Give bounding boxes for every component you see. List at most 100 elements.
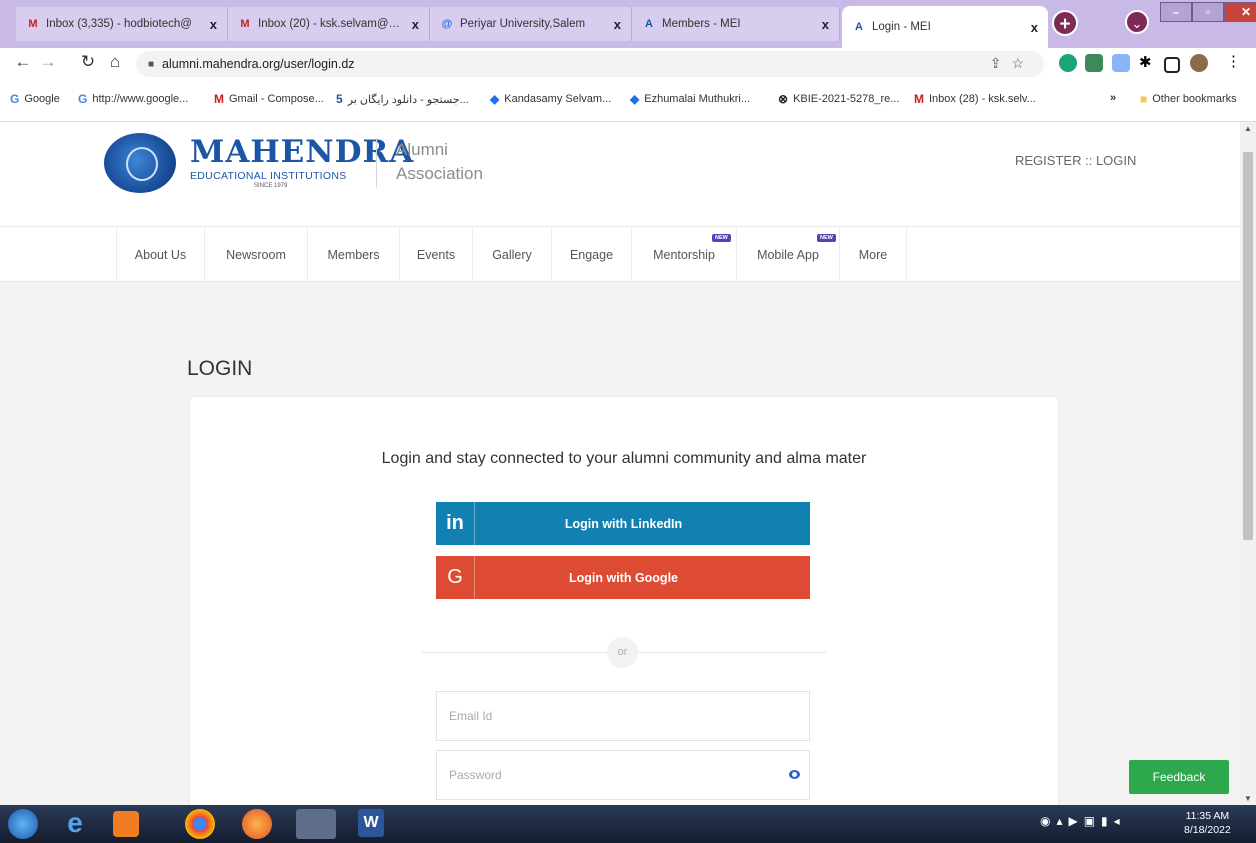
new-tab-button[interactable]: + [1052,10,1078,36]
nav-label: Engage [569,248,614,262]
more-bookmarks-button[interactable]: » [1110,92,1116,104]
linkedin-button-label: Login with LinkedIn [564,516,683,531]
internet-explorer-icon[interactable]: e [60,809,90,839]
address-bar[interactable]: ■ alumni.mahendra.org/user/login.dz ⇪☆ [136,51,1044,77]
google-icon: G [436,556,475,599]
browser-tab[interactable]: A Members - MEI x [632,7,840,41]
globe-icon: ⊗ [778,92,789,106]
bookmark-item[interactable]: M Gmail - Compose... [214,92,324,106]
browser-tab[interactable]: M Inbox (3,335) - hodbiotech@ x [16,7,228,41]
bookmark-item[interactable]: 5 جستجو - دانلود رایگان بر... [336,92,469,106]
tab-title: Inbox (3,335) - hodbiotech@ [46,18,192,30]
tab-close-icon[interactable]: x [614,17,621,32]
or-label: or [607,637,638,668]
tab-search-button[interactable]: ⌄ [1125,10,1149,34]
start-button-icon[interactable] [8,809,38,839]
scroll-down-arrow-icon[interactable]: ▼ [1244,794,1252,803]
linkedin-icon: in [436,502,475,545]
auth-links: REGISTER :: LOGIN [1015,153,1136,168]
bookmark-label: KBIE-2021-5278_re... [793,93,900,105]
nav-more[interactable]: More [839,227,907,283]
nav-about-us[interactable]: About Us [116,227,204,283]
bookmark-item[interactable]: G Google [10,92,60,106]
new-badge: NEW [712,234,731,242]
page-scrollbar[interactable]: ▲ ▼ [1240,122,1256,805]
sidebar-icon[interactable] [1164,57,1180,73]
reload-icon[interactable]: ↻ [77,52,99,72]
forward-arrow-icon[interactable]: → [37,52,59,72]
login-with-google-button[interactable]: G Login with Google [436,556,810,599]
system-tray-icons[interactable]: ◉▴▶▣▮◂ [1040,814,1126,828]
scroll-up-arrow-icon[interactable]: ▲ [1244,124,1252,133]
bookmark-item[interactable]: Ghttp://www.google... [78,92,188,106]
extension-icon[interactable] [1085,54,1103,72]
tab-title: Members - MEI [662,18,741,30]
bookmark-label: Ezhumalai Muthukri... [644,93,750,105]
firefox-icon[interactable] [242,809,272,839]
nav-mobile-app[interactable]: NEW Mobile App [736,227,839,283]
nav-label: Gallery [492,248,532,262]
bookmark-item[interactable]: ◆ Ezhumalai Muthukri... [630,92,750,106]
nav-events[interactable]: Events [399,227,472,283]
tab-title: Periyar University,Salem [460,18,586,30]
bookmark-item[interactable]: ⊗ KBIE-2021-5278_re... [778,92,899,106]
maximize-button[interactable]: ▫ [1192,2,1224,22]
word-icon[interactable]: W [358,809,384,837]
nav-label: Events [416,248,456,262]
login-with-linkedin-button[interactable]: in Login with LinkedIn [436,502,810,545]
bookmark-label: جستجو - دانلود رایگان بر... [347,93,469,106]
password-field[interactable] [436,750,810,800]
home-icon[interactable]: ⌂ [104,52,126,72]
feedback-button[interactable]: Feedback [1129,760,1229,794]
gmail-icon: M [214,92,224,106]
extension-icon[interactable] [1112,54,1130,72]
minimize-button[interactable]: – [1160,2,1192,22]
login-card: Login and stay connected to your alumni … [190,397,1058,843]
browser-tab[interactable]: @ Periyar University,Salem x [430,7,632,41]
browser-toolbar: ← → ↻ ⌂ ■ alumni.mahendra.org/user/login… [0,48,1256,80]
show-password-eye-icon[interactable] [789,770,800,779]
share-and-star-icons[interactable]: ⇪☆ [990,55,1034,72]
tab-close-icon[interactable]: x [822,17,829,32]
other-bookmarks-folder[interactable]: ■ Other bookmarks [1140,92,1237,106]
chrome-icon[interactable] [185,809,215,839]
nav-members[interactable]: Members [307,227,399,283]
tab-close-icon[interactable]: x [210,17,217,32]
back-arrow-icon[interactable]: ← [12,52,34,72]
nav-engage[interactable]: Engage [551,227,631,283]
tab-close-icon[interactable]: x [1031,20,1038,35]
media-player-icon[interactable] [113,811,139,837]
taskbar-clock[interactable]: 11:35 AM 8/18/2022 [1184,809,1231,837]
nav-gallery[interactable]: Gallery [472,227,551,283]
nav-label: Mobile App [757,248,819,262]
register-link[interactable]: REGISTER [1015,153,1081,168]
email-field[interactable] [436,691,810,741]
bookmarks-bar: G Google Ghttp://www.google... M Gmail - C… [0,80,1256,122]
globe-icon: @ [441,18,453,30]
auth-separator: :: [1085,153,1093,168]
profile-avatar[interactable] [1190,54,1208,72]
tab-close-icon[interactable]: x [412,17,419,32]
header-divider [376,138,377,188]
nav-newsroom[interactable]: Newsroom [204,227,307,283]
login-tagline: Login and stay connected to your alumni … [381,450,867,467]
google-icon: G [10,92,20,106]
close-window-button[interactable]: ✕ [1224,2,1256,22]
extension-icon[interactable] [1059,54,1077,72]
browser-tab[interactable]: M Inbox (20) - ksk.selvam@gmai x [228,7,430,41]
chrome-active-taskbar-icon[interactable] [296,809,336,839]
puzzle-icon[interactable]: ✱ [1139,53,1157,71]
google-icon: G [78,92,88,106]
scrollbar-thumb[interactable] [1243,152,1253,540]
browser-tab-active[interactable]: A Login - MEI x [842,6,1048,48]
alumni-association-title: Alumni Association [396,138,483,186]
menu-dots-icon[interactable]: ⋮ [1226,52,1244,70]
download-site-icon: 5 [336,92,343,106]
login-link[interactable]: LOGIN [1096,153,1136,168]
logo-wordmark[interactable]: MAHENDRA [190,134,414,170]
bookmark-item[interactable]: M Inbox (28) - ksk.selv... [914,92,1036,106]
bookmark-item[interactable]: ◆ Kandasamy Selvam... [490,92,611,106]
mahendra-logo-emblem[interactable] [104,133,176,193]
nav-mentorship[interactable]: NEW Mentorship [631,227,736,283]
windows-taskbar: e W ◉▴▶▣▮◂ 11:35 AM 8/18/2022 [0,805,1256,843]
